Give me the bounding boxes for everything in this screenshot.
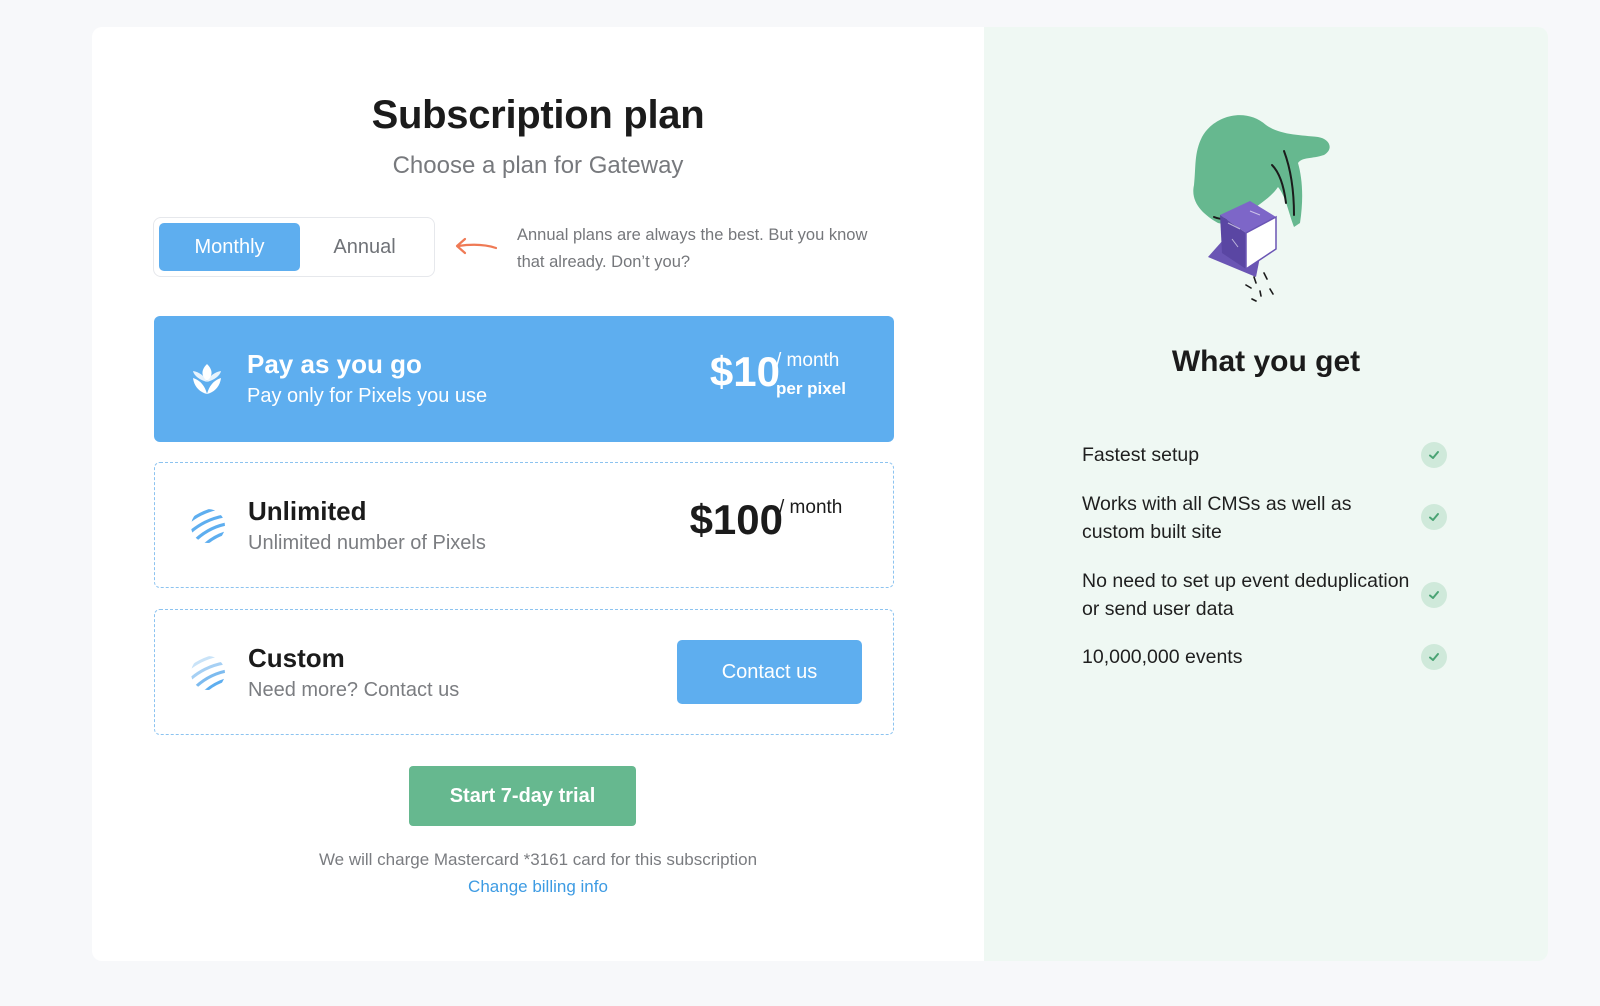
benefit-item: 10,000,000 events — [1082, 646, 1243, 668]
check-icon — [1421, 504, 1447, 530]
leaf-icon — [193, 364, 221, 394]
benefit-item: Works with all CMSs as well as custom bu… — [1082, 493, 1352, 543]
plan-description: Unlimited number of Pixels — [248, 532, 486, 554]
subscription-card: Subscription plan Choose a plan for Gate… — [92, 27, 1548, 961]
plan-price: $10 — [709, 348, 780, 395]
plan-description: Need more? Contact us — [248, 679, 460, 701]
plan-name: Pay as you go — [247, 349, 422, 379]
check-icon — [1421, 644, 1447, 670]
plan-name: Custom — [248, 643, 345, 673]
billing-period-toggle: Monthly Annual — [153, 217, 435, 277]
plan-period: / month — [779, 497, 843, 518]
plan-unit: per pixel — [776, 379, 846, 398]
check-icon — [1421, 582, 1447, 608]
toggle-annual[interactable]: Annual — [294, 223, 435, 271]
charge-note: We will charge Mastercard *3161 card for… — [318, 850, 758, 869]
page-title: Subscription plan — [371, 93, 705, 137]
check-icon — [1421, 442, 1447, 468]
contact-us-button[interactable]: Contact us — [677, 640, 862, 704]
waves-light-icon — [191, 656, 225, 690]
plan-name: Unlimited — [248, 496, 367, 526]
benefit-item: No need to set up event deduplication or… — [1082, 570, 1410, 620]
waves-icon — [191, 509, 225, 543]
plan-period: / month — [776, 350, 840, 371]
plan-pay-as-you-go[interactable]: Pay as you go Pay only for Pixels you us… — [154, 316, 894, 442]
benefit-item: Fastest setup — [1082, 444, 1200, 466]
benefits-panel: What you get Fastest setup Works with al… — [984, 27, 1548, 961]
annual-hint: Annual plans are always the best. But yo… — [517, 226, 868, 271]
start-trial-button[interactable]: Start 7-day trial — [409, 766, 636, 826]
page-subtitle: Choose a plan for Gateway — [392, 152, 684, 179]
arrow-left-icon — [455, 237, 498, 255]
benefits-title: What you get — [1171, 345, 1361, 378]
plan-unlimited[interactable]: Unlimited Unlimited number of Pixels $10… — [154, 462, 894, 588]
plan-custom[interactable]: Custom Need more? Contact us Contact us — [154, 609, 894, 735]
plan-price: $100 — [689, 496, 783, 543]
hand-cube-illustration — [1193, 115, 1330, 302]
change-billing-link[interactable]: Change billing info — [92, 877, 984, 897]
plan-description: Pay only for Pixels you use — [247, 385, 488, 407]
toggle-monthly[interactable]: Monthly — [159, 223, 300, 271]
